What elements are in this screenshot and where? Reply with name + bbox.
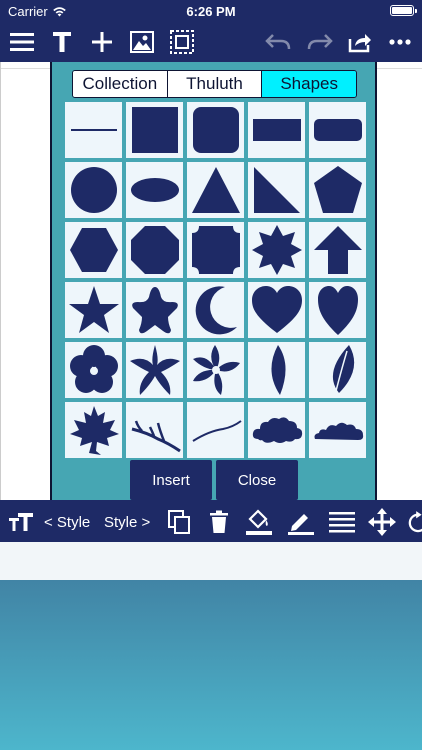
circle-shape-icon xyxy=(70,167,117,213)
flower-shape-icon xyxy=(69,345,118,393)
shape-cell[interactable] xyxy=(309,162,366,218)
shape-cell[interactable] xyxy=(248,282,305,338)
shape-cell[interactable] xyxy=(126,342,183,398)
square-shape-icon xyxy=(131,107,178,153)
background-gradient xyxy=(0,580,422,750)
shape-cell[interactable] xyxy=(126,102,183,158)
shape-cell[interactable] xyxy=(187,102,244,158)
shape-cell[interactable] xyxy=(65,342,122,398)
pentagon-shape-icon xyxy=(313,166,362,213)
shape-cell[interactable] xyxy=(248,102,305,158)
tab-thuluth[interactable]: Thuluth xyxy=(167,71,263,97)
veined-leaf-shape-icon xyxy=(332,345,354,396)
branch-shape-icon xyxy=(131,420,181,453)
trash-icon[interactable] xyxy=(206,508,232,536)
shape-cell[interactable] xyxy=(309,282,366,338)
shape-cell[interactable] xyxy=(187,402,244,458)
maple-leaf-shape-icon xyxy=(69,406,119,455)
arrow-up-shape-icon xyxy=(313,226,362,274)
style-prev-button[interactable]: < Style xyxy=(44,508,90,536)
eight-point-star-shape-icon xyxy=(251,225,302,275)
shape-cell[interactable] xyxy=(248,162,305,218)
category-tabs: Collection Thuluth Shapes xyxy=(72,70,357,98)
shape-cell[interactable] xyxy=(126,282,183,338)
notched-square-shape-icon xyxy=(191,226,240,274)
hexagon-shape-icon xyxy=(69,228,118,272)
shape-cell[interactable] xyxy=(65,162,122,218)
tab-shapes[interactable]: Shapes xyxy=(262,71,356,97)
fill-color-icon[interactable] xyxy=(244,508,274,536)
menu-icon[interactable] xyxy=(8,28,36,56)
redo-icon[interactable] xyxy=(306,28,334,56)
shape-cell[interactable] xyxy=(309,342,366,398)
shape-cell[interactable] xyxy=(65,222,122,278)
shape-cell[interactable] xyxy=(187,222,244,278)
pinwheel-flower-shape-icon xyxy=(192,345,240,395)
shape-cell[interactable] xyxy=(248,222,305,278)
star-shape-icon xyxy=(68,286,119,333)
shape-cell[interactable] xyxy=(309,402,366,458)
rectangle-shape-icon xyxy=(252,119,301,141)
tab-collection[interactable]: Collection xyxy=(73,71,168,97)
bottom-toolbar: < Style Style > xyxy=(0,500,422,542)
ellipse-shape-icon xyxy=(130,178,179,202)
more-icon[interactable] xyxy=(386,28,414,56)
duplicate-icon[interactable] xyxy=(166,508,192,536)
insert-button[interactable]: Insert xyxy=(130,460,212,500)
shape-cell[interactable] xyxy=(126,402,183,458)
line-spacing-icon[interactable] xyxy=(328,508,356,536)
rounded-star-shape-icon xyxy=(131,287,178,334)
curve-line-shape-icon xyxy=(191,420,242,442)
shape-cell[interactable] xyxy=(65,282,122,338)
add-icon[interactable] xyxy=(88,28,116,56)
shape-cell[interactable] xyxy=(65,402,122,458)
shape-cell[interactable] xyxy=(309,222,366,278)
clock: 6:26 PM xyxy=(186,4,236,19)
rotate-icon[interactable] xyxy=(408,508,422,536)
rounded-rectangle-shape-icon xyxy=(313,119,362,141)
select-frame-icon[interactable] xyxy=(168,28,196,56)
leaf-shape-icon xyxy=(270,345,286,395)
shape-cell[interactable] xyxy=(187,342,244,398)
rounded-square-shape-icon xyxy=(192,107,239,153)
canvas-lower-area xyxy=(0,542,422,580)
crescent-shape-icon xyxy=(195,286,237,335)
stroke-color-icon[interactable] xyxy=(286,508,316,536)
shape-cell[interactable] xyxy=(65,102,122,158)
battery-icon xyxy=(390,5,417,16)
pointed-flower-shape-icon xyxy=(129,345,180,395)
shapes-grid xyxy=(65,102,366,458)
octagon-shape-icon xyxy=(130,226,179,274)
image-icon[interactable] xyxy=(128,28,156,56)
shape-cell[interactable] xyxy=(309,102,366,158)
shapes-panel: Collection Thuluth Shapes Insert Close xyxy=(50,62,377,508)
tall-heart-shape-icon xyxy=(317,286,358,335)
shape-cell[interactable] xyxy=(126,222,183,278)
cloud-wide-shape-icon xyxy=(314,422,363,440)
share-icon[interactable] xyxy=(346,28,374,56)
close-button[interactable]: Close xyxy=(216,460,298,500)
text-icon[interactable] xyxy=(48,28,76,56)
font-size-icon[interactable] xyxy=(8,508,34,536)
shape-cell[interactable] xyxy=(187,162,244,218)
style-next-button[interactable]: Style > xyxy=(104,508,150,536)
status-bar: Carrier 6:26 PM xyxy=(0,0,422,22)
move-icon[interactable] xyxy=(368,508,396,536)
triangle-shape-icon xyxy=(191,167,240,213)
cloud-shape-icon xyxy=(252,417,302,443)
line-shape-icon xyxy=(70,129,117,131)
undo-icon[interactable] xyxy=(264,28,292,56)
shape-cell[interactable] xyxy=(126,162,183,218)
shape-cell[interactable] xyxy=(248,402,305,458)
top-toolbar xyxy=(0,22,422,62)
shape-cell[interactable] xyxy=(187,282,244,338)
heart-shape-icon xyxy=(251,286,302,333)
shape-cell[interactable] xyxy=(248,342,305,398)
right-triangle-shape-icon xyxy=(253,167,300,213)
